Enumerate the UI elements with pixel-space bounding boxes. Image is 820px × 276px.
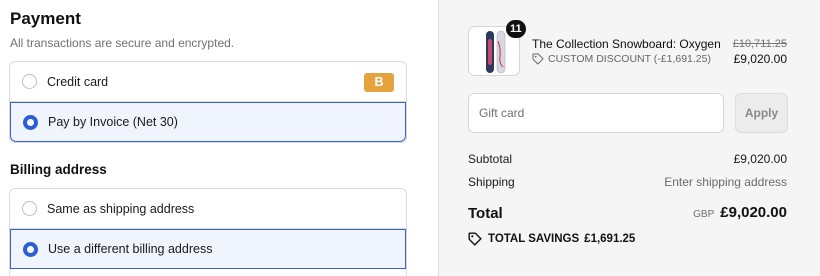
total-value: £9,020.00 — [720, 204, 787, 221]
total-amount: GBP £9,020.00 — [693, 204, 787, 221]
gift-card-input[interactable]: Gift card — [468, 93, 724, 133]
tag-icon — [468, 232, 482, 246]
currency-code: GBP — [693, 209, 715, 220]
radio-credit-card[interactable] — [22, 74, 37, 89]
original-price: £10,711.25 — [732, 38, 787, 50]
billing-option-different[interactable]: Use a different billing address — [10, 229, 406, 269]
radio-same-address[interactable] — [22, 201, 37, 216]
product-name: The Collection Snowboard: Oxygen — [532, 37, 721, 51]
payment-subtitle: All transactions are secure and encrypte… — [10, 36, 235, 50]
checkout-form: Payment All transactions are secure and … — [0, 0, 438, 276]
total-label: Total — [468, 205, 503, 222]
payment-method-group: Credit card B Pay by Invoice (Net 30) — [9, 61, 407, 143]
savings-label: TOTAL SAVINGS — [488, 233, 580, 245]
billing-address-group: Same as shipping address Use a different… — [9, 188, 407, 276]
subtotal-label: Subtotal — [468, 152, 513, 166]
shipping-value: Enter shipping address — [664, 175, 787, 189]
subtotal-value: £9,020.00 — [733, 152, 787, 166]
tag-icon — [532, 53, 544, 65]
billing-option-label: Use a different billing address — [48, 242, 213, 256]
payment-option-label: Pay by Invoice (Net 30) — [48, 115, 178, 129]
total-savings: TOTAL SAVINGS £1,691.25 — [468, 232, 635, 246]
item-price: £9,020.00 — [733, 52, 787, 66]
billing-option-same[interactable]: Same as shipping address — [10, 189, 406, 229]
order-summary: 11 The Collection Snowboard: Oxygen CUST… — [438, 0, 820, 276]
payment-option-credit-card[interactable]: Credit card B — [10, 62, 406, 102]
savings-value: £1,691.25 — [584, 233, 636, 245]
radio-invoice[interactable] — [23, 114, 38, 130]
quantity-badge: 11 — [506, 20, 526, 38]
discount-label: CUSTOM DISCOUNT (-£1,691.25) — [548, 53, 711, 65]
billing-heading: Billing address — [10, 162, 107, 177]
credit-card-badge: B — [364, 73, 394, 92]
billing-option-label: Same as shipping address — [47, 201, 195, 216]
radio-different-address[interactable] — [23, 241, 38, 257]
product-discount: CUSTOM DISCOUNT (-£1,691.25) — [532, 53, 711, 65]
payment-option-invoice[interactable]: Pay by Invoice (Net 30) — [10, 102, 406, 142]
apply-button[interactable]: Apply — [735, 93, 788, 133]
payment-heading: Payment — [10, 9, 81, 28]
shipping-label: Shipping — [468, 175, 515, 189]
payment-option-label: Credit card — [47, 74, 109, 89]
